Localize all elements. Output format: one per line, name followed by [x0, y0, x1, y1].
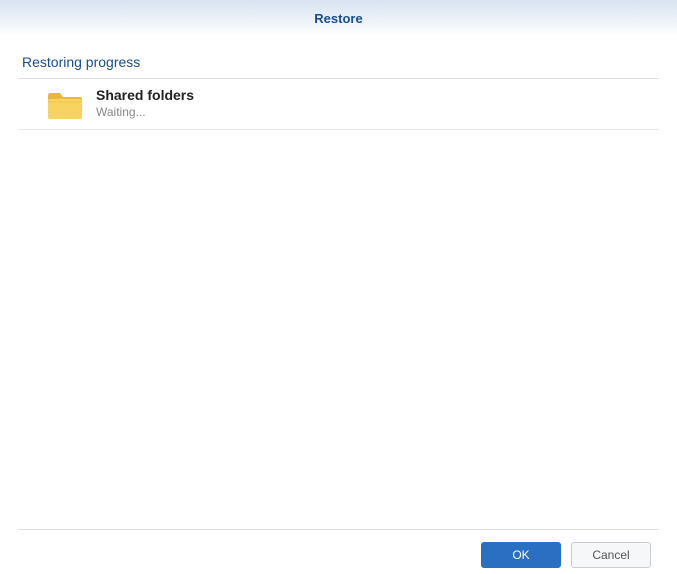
ok-button[interactable]: OK — [481, 542, 561, 568]
cancel-button[interactable]: Cancel — [571, 542, 651, 568]
folder-icon — [46, 89, 84, 121]
list-item: Shared folders Waiting... — [18, 79, 659, 130]
window-title: Restore — [314, 11, 362, 26]
progress-list: Shared folders Waiting... — [0, 79, 677, 529]
section-heading: Restoring progress — [0, 36, 677, 78]
list-item-title: Shared folders — [96, 87, 194, 103]
window-title-bar: Restore — [0, 0, 677, 36]
restore-dialog: Restore Restoring progress Shared folder… — [0, 0, 677, 574]
list-item-text: Shared folders Waiting... — [96, 87, 194, 119]
list-item-status: Waiting... — [96, 105, 194, 119]
dialog-footer: OK Cancel — [18, 529, 659, 574]
